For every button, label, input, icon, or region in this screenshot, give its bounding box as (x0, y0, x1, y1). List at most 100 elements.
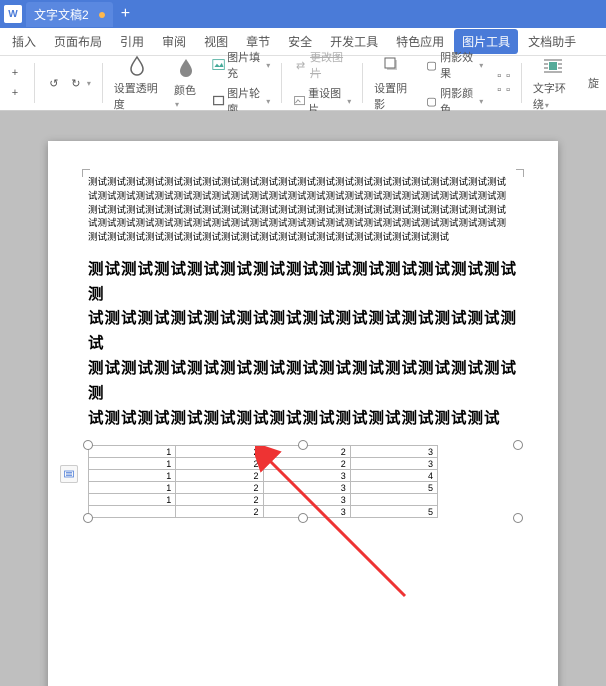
menu-insert[interactable]: 插入 (4, 29, 44, 54)
paragraph-big: 测试测试测试测试测试测试测试测试测试测试测试测试测试测试测试测试测试测试测试测试… (88, 258, 518, 432)
ribbon-group-rotate: 旋 (583, 74, 604, 92)
table-cell[interactable]: 2 (176, 482, 263, 494)
table-cell[interactable]: 4 (350, 470, 437, 482)
ribbon-group-transparency: 设置透明度 (109, 53, 165, 113)
table-cell[interactable]: 1 (89, 458, 176, 470)
rotate-button[interactable]: 旋 (586, 74, 601, 92)
mountain-icon (212, 57, 225, 73)
table-cell[interactable]: 5 (350, 482, 437, 494)
separator (281, 63, 282, 103)
resize-handle[interactable] (298, 513, 308, 523)
plus-icon: + (7, 65, 23, 81)
document-tab[interactable]: 文字文稿2 (26, 2, 113, 27)
rotate-right-button[interactable]: ↻▾ (66, 74, 93, 92)
color-button[interactable]: 颜色▾ (172, 55, 200, 111)
transparency-label: 设置透明度 (114, 80, 160, 112)
table-cell[interactable]: 5 (350, 506, 437, 518)
table-cell[interactable]: 3 (263, 494, 350, 506)
menu-review[interactable]: 审阅 (154, 29, 194, 54)
ribbon-group-color: 颜色▾ (169, 55, 203, 111)
separator (102, 63, 103, 103)
menu-helper[interactable]: 文档助手 (520, 29, 584, 54)
table-cell[interactable] (89, 506, 176, 518)
set-shadow-label: 设置阴影 (374, 80, 411, 112)
reset-icon (293, 93, 306, 109)
table-cell[interactable]: 3 (350, 458, 437, 470)
resize-handle[interactable] (513, 440, 523, 450)
ribbon-group-size: + + (2, 64, 28, 102)
set-shadow-button[interactable]: 设置阴影 (372, 53, 413, 113)
resize-handle[interactable] (298, 440, 308, 450)
resize-handle[interactable] (513, 513, 523, 523)
table-cell[interactable]: 1 (89, 482, 176, 494)
table-cell[interactable]: 1 (89, 470, 176, 482)
separator (521, 63, 522, 103)
new-tab-button[interactable]: + (121, 5, 130, 23)
pic-fill-label: 图片填充 (227, 49, 263, 81)
square-icon: ▢ (425, 93, 438, 109)
chevron-down-icon: ▾ (479, 61, 483, 70)
tab-label: 文字文稿2 (34, 8, 89, 22)
ribbon-group-rotate-presets: ↺ ↻▾ (41, 74, 96, 92)
table-cell[interactable]: 1 (89, 446, 176, 458)
chevron-down-icon: ▾ (545, 101, 549, 110)
table-cell[interactable]: 2 (263, 458, 350, 470)
table-cell[interactable]: 3 (263, 482, 350, 494)
text-wrap-button[interactable]: 文字环绕▾ (531, 53, 576, 113)
nudge-button[interactable]: ▫ (495, 83, 503, 97)
separator (34, 63, 35, 103)
table-cell[interactable]: 2 (176, 446, 263, 458)
ribbon-group-shadow: 设置阴影 (369, 53, 416, 113)
ribbon-group-wrap: 文字环绕▾ (528, 53, 579, 113)
menu-reference[interactable]: 引用 (112, 29, 152, 54)
document-page[interactable]: 测试测试测试测试测试测试测试测试测试测试测试测试测试测试测试测试测试测试测试测试… (48, 141, 558, 686)
change-pic-label: 更改图片 (310, 49, 351, 81)
margin-mark-icon (82, 169, 92, 179)
table-cell[interactable]: 2 (176, 494, 263, 506)
shadow-effect-label: 阴影效果 (440, 49, 476, 81)
resize-handle[interactable] (83, 513, 93, 523)
text-wrap-label: 文字环绕 (533, 83, 566, 111)
menu-layout[interactable]: 页面布局 (46, 29, 110, 54)
table-cell[interactable] (350, 494, 437, 506)
table-cell[interactable]: 3 (263, 470, 350, 482)
pic-fill-button[interactable]: 图片填充▾ (210, 48, 272, 82)
chevron-down-icon: ▾ (479, 97, 483, 106)
table-cell[interactable]: 2 (176, 470, 263, 482)
chevron-down-icon: ▾ (347, 97, 351, 106)
nudge-button[interactable]: ▫ (504, 83, 512, 97)
shadow-effect-button[interactable]: ▢ 阴影效果▾ (423, 48, 485, 82)
paragraph-small: 测试测试测试测试测试测试测试测试测试测试测试测试测试测试测试测试测试测试测试测试… (88, 177, 518, 246)
increase-button[interactable]: + (5, 64, 25, 82)
nudge-button[interactable]: ▫ (495, 69, 503, 83)
table[interactable]: 1223122312341235123235 (88, 445, 438, 518)
layout-options-button[interactable] (60, 465, 78, 483)
ribbon-group-picture-style: 图片填充▾ 图片轮廓▾ (207, 48, 275, 118)
outline-icon (212, 93, 225, 109)
change-pic-button[interactable]: ⇄ 更改图片 (291, 48, 353, 82)
chevron-down-icon: ▾ (87, 79, 91, 88)
table-object[interactable]: 1223122312341235123235 (88, 445, 518, 518)
separator (362, 63, 363, 103)
rotate-left-button[interactable]: ↺ (44, 74, 64, 92)
chevron-down-icon: ▾ (266, 61, 270, 70)
transparency-button[interactable]: 设置透明度 (112, 53, 162, 113)
nudge-button[interactable]: ▫ (504, 69, 512, 83)
table-cell[interactable]: 2 (176, 458, 263, 470)
increase-button-2[interactable]: + (5, 84, 25, 102)
table-cell[interactable]: 1 (89, 494, 176, 506)
app-doc-icon: W (4, 5, 22, 23)
ribbon: + + ↺ ↻▾ 设置透明度 颜色▾ 图片填充▾ (0, 56, 606, 111)
shadow-icon (381, 54, 405, 78)
table-cell[interactable]: 3 (350, 446, 437, 458)
ribbon-group-change-picture: ⇄ 更改图片 重设图片▾ (288, 48, 356, 118)
plus-icon: + (7, 85, 23, 101)
ribbon-group-shadow-nudge: ▫ ▫ ▫ ▫ (492, 69, 515, 97)
ribbon-group-shadow-effect: ▢ 阴影效果▾ ▢ 阴影颜色▾ (420, 48, 488, 118)
titlebar: W 文字文稿2 + (0, 0, 606, 28)
chevron-down-icon: ▾ (266, 97, 270, 106)
color-label: 颜色 (174, 85, 196, 97)
droplet-icon (125, 54, 149, 78)
table-cell[interactable]: 2 (176, 506, 263, 518)
square-icon: ▢ (425, 57, 438, 73)
